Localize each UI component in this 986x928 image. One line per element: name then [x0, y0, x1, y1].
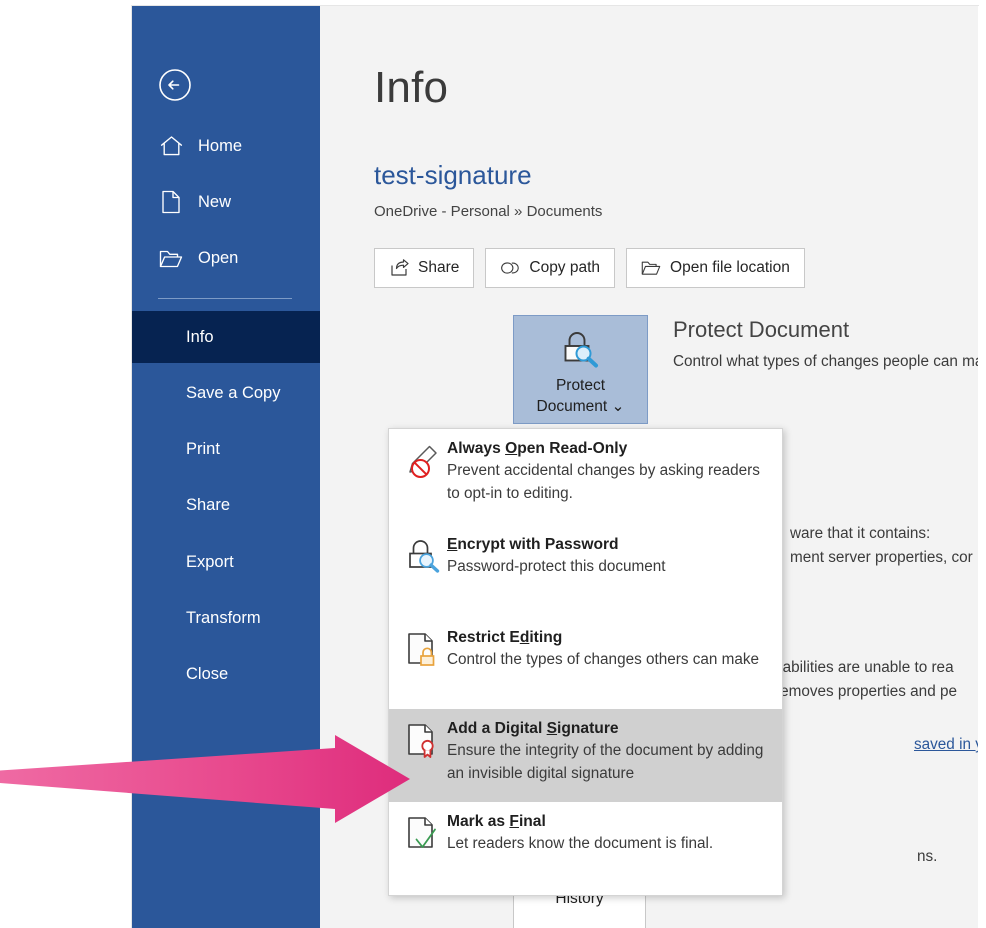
sidebar-item-share[interactable]: Share [131, 479, 320, 531]
protect-document-section: Protect Document Control what types of c… [673, 317, 978, 374]
home-icon [158, 133, 184, 159]
open-file-location-button[interactable]: Open file location [626, 248, 805, 288]
accelerator-key: d [519, 629, 530, 646]
document-seal-icon [403, 718, 447, 793]
document-check-icon [403, 811, 447, 884]
sidebar-item-label: Save a Copy [186, 383, 281, 402]
sidebar-item-label: Export [186, 552, 234, 571]
circle-arrow-left-icon [159, 69, 191, 101]
new-document-icon [158, 189, 184, 215]
accessibility-section: sabilities are unable to rea removes pro… [775, 656, 978, 704]
document-lock-icon [403, 627, 447, 700]
chevron-down-icon: ⌄ [611, 398, 625, 415]
version-history-section: saved in your file [914, 733, 978, 757]
inspect-line-2: ment server properties, cor [790, 549, 973, 566]
accelerator-key: F [509, 813, 519, 830]
menu-item-always-open-read-only[interactable]: Always Open Read-Only Prevent accidental… [389, 429, 782, 525]
sidebar-item-close[interactable]: Close [131, 648, 320, 700]
accelerator-key: O [505, 440, 518, 457]
sidebar-item-home[interactable]: Home [131, 129, 320, 163]
accessibility-line-2: removes properties and pe [775, 683, 957, 700]
open-folder-icon [158, 245, 184, 271]
menu-item-title: Add a Digital Signature [447, 720, 619, 737]
menu-item-description: Control the types of changes others can … [447, 651, 760, 668]
sidebar-item-new[interactable]: New [131, 185, 320, 219]
sidebar-item-label: New [198, 192, 232, 211]
copy-path-button[interactable]: Copy path [485, 248, 616, 288]
sidebar-item-info[interactable]: Info [131, 311, 320, 363]
menu-item-description: Password-protect this document [447, 558, 666, 575]
protect-document-tile[interactable]: Protect Document ⌄ [513, 315, 648, 424]
accessibility-line-1: sabilities are unable to rea [775, 659, 954, 676]
tile-label-line2: Document [536, 398, 608, 415]
menu-item-add-a-digital-signature[interactable]: Add a Digital Signature Ensure the integ… [389, 709, 782, 802]
sidebar-item-label: Share [186, 495, 231, 514]
sidebar-item-open[interactable]: Open [131, 241, 320, 275]
menu-item-description: Prevent accidental changes by asking rea… [447, 462, 760, 502]
link-icon [500, 258, 520, 278]
sidebar-item-print[interactable]: Print [131, 423, 320, 475]
menu-item-description: Ensure the integrity of the document by … [447, 742, 764, 782]
info-action-buttons: Share Copy path Open file location [374, 248, 805, 288]
folder-open-icon [641, 258, 661, 278]
sidebar-item-label: Info [186, 327, 214, 346]
menu-item-mark-as-final[interactable]: Mark as Final Let readers know the docum… [389, 802, 782, 893]
protect-tile-label: Protect Document ⌄ [537, 375, 625, 417]
menu-item-description: Let readers know the document is final. [447, 835, 714, 852]
sidebar-item-label: Transform [186, 608, 261, 627]
menu-item-title: Mark as Final [447, 813, 546, 830]
page-title: Info [374, 63, 449, 112]
sidebar-item-label: Open [198, 248, 239, 267]
protect-document-menu: Always Open Read-Only Prevent accidental… [388, 428, 783, 896]
button-label: Open file location [670, 259, 790, 276]
trailing-text: ns. [917, 845, 937, 869]
tile-label-line1: Protect [555, 377, 606, 394]
trailing-text-value: ns. [917, 848, 938, 865]
share-icon [389, 258, 409, 278]
sidebar-item-export[interactable]: Export [131, 536, 320, 588]
menu-item-title: Encrypt with Password [447, 536, 619, 553]
sidebar-item-transform[interactable]: Transform [131, 592, 320, 644]
lock-magnifier-icon [558, 329, 604, 369]
backstage-navigation: Home New Open Info Save a Copy Print Sha… [131, 5, 320, 928]
back-button[interactable] [158, 68, 192, 102]
document-name[interactable]: test-signature [374, 160, 532, 191]
accelerator-key: S [546, 720, 558, 737]
screenshot-root: Home New Open Info Save a Copy Print Sha… [0, 0, 986, 928]
menu-item-title: Restrict Editing [447, 629, 563, 646]
pencil-no-entry-icon [403, 438, 447, 516]
button-label: Copy path [529, 259, 601, 276]
sidebar-item-label: Home [198, 136, 243, 155]
accelerator-key: E [447, 536, 458, 553]
saved-in-your-file-link[interactable]: saved in your file [914, 736, 978, 753]
sidebar-divider [158, 298, 292, 299]
inspect-line-1: ware that it contains: [790, 525, 931, 542]
sidebar-item-save-a-copy[interactable]: Save a Copy [131, 367, 320, 419]
sidebar-item-label: Print [186, 439, 220, 458]
lock-magnifier-icon [403, 534, 447, 609]
menu-item-restrict-editing[interactable]: Restrict Editing Control the types of ch… [389, 618, 782, 709]
inspect-document-section: ware that it contains: ment server prope… [790, 522, 978, 570]
button-label: Share [418, 259, 460, 276]
document-path-breadcrumb: OneDrive - Personal » Documents [374, 203, 603, 220]
menu-item-title: Always Open Read-Only [447, 440, 628, 457]
share-button[interactable]: Share [374, 248, 475, 288]
sidebar-item-label: Close [186, 664, 229, 683]
section-description: Control what types of changes people can… [673, 353, 978, 370]
section-heading: Protect Document [673, 317, 850, 342]
menu-item-encrypt-with-password[interactable]: Encrypt with Password Password-protect t… [389, 525, 782, 618]
